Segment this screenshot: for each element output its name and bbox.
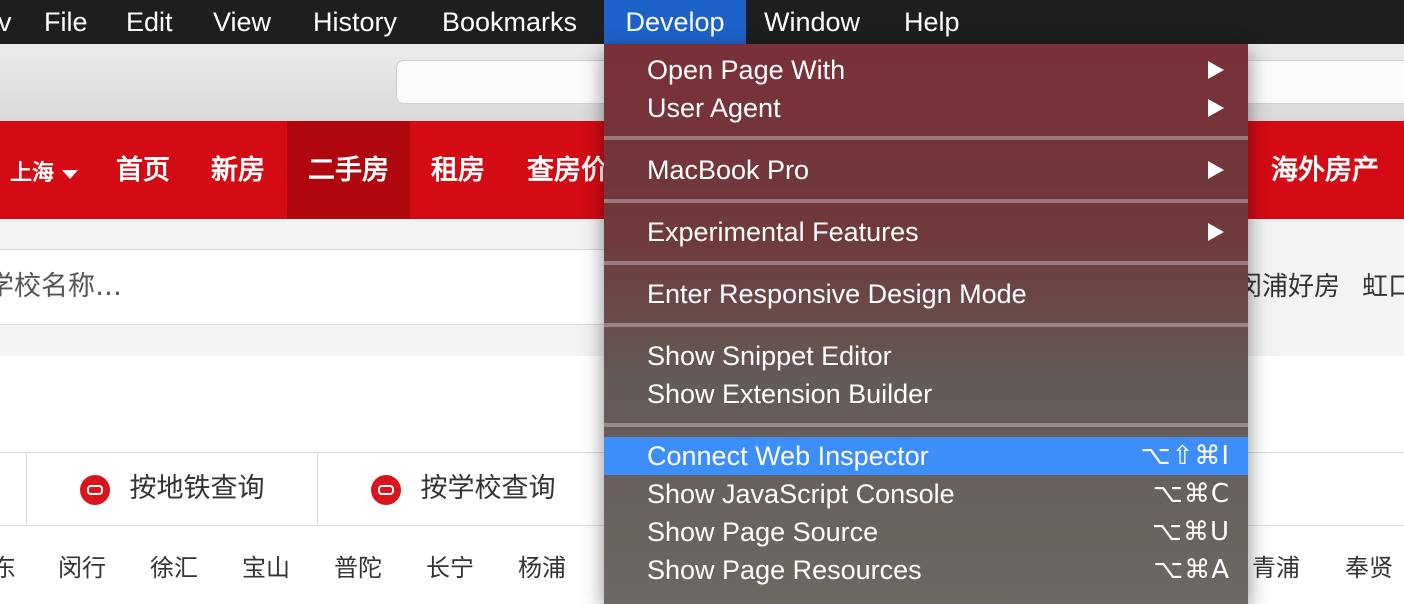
- menu-bar: v File Edit View History Bookmarks Devel…: [0, 0, 1404, 44]
- nav-home[interactable]: 首页: [116, 121, 170, 219]
- menu-item-experimental-features[interactable]: Experimental Features: [604, 213, 1248, 251]
- menu-item-label: Connect Web Inspector: [647, 441, 929, 471]
- menu-item-snippet-editor[interactable]: Show Snippet Editor: [604, 337, 1248, 375]
- menu-window[interactable]: Window: [764, 0, 860, 44]
- menu-item-label: Show Page Resources: [647, 555, 922, 585]
- menu-edit[interactable]: Edit: [126, 0, 173, 44]
- menu-separator: [604, 323, 1248, 327]
- shortcut-label: ⌥⌘A: [1153, 555, 1230, 585]
- nav-new-homes[interactable]: 新房: [211, 121, 265, 219]
- menu-item-device[interactable]: MacBook Pro: [604, 151, 1248, 189]
- hot-link[interactable]: 闵浦好房: [1236, 266, 1340, 303]
- tab-label: 按学校查询: [420, 473, 556, 504]
- menu-item-label: Show Extension Builder: [647, 379, 933, 409]
- menu-file[interactable]: File: [44, 0, 88, 44]
- menu-item-label: Show Page Source: [647, 517, 879, 547]
- nav-price-check[interactable]: 查房价: [527, 121, 608, 219]
- district-link[interactable]: 徐汇: [150, 548, 198, 583]
- caret-down-icon: [62, 169, 79, 179]
- menu-bookmarks[interactable]: Bookmarks: [442, 0, 577, 44]
- district-link[interactable]: 青浦: [1252, 548, 1300, 583]
- submenu-arrow-icon: [1208, 223, 1224, 241]
- school-icon: [370, 474, 401, 505]
- city-label: 上海: [10, 161, 55, 186]
- hot-link[interactable]: 虹口: [1362, 266, 1404, 303]
- nav-second-hand[interactable]: 二手房: [287, 121, 410, 219]
- menu-item-label: User Agent: [647, 93, 781, 123]
- city-selector[interactable]: 上海: [10, 121, 79, 219]
- menu-help[interactable]: Help: [904, 0, 960, 44]
- menu-item-label: Show JavaScript Console: [647, 479, 955, 509]
- shortcut-label: ⌥⇧⌘I: [1140, 441, 1230, 471]
- menu-history[interactable]: History: [313, 0, 397, 44]
- menu-item-label: MacBook Pro: [647, 155, 810, 185]
- district-link[interactable]: 奉贤: [1345, 548, 1393, 583]
- nav-rent[interactable]: 租房: [431, 121, 485, 219]
- shortcut-label: ⌥⌘C: [1152, 479, 1230, 509]
- menu-item-page-resources[interactable]: Show Page Resources ⌥⌘A: [604, 551, 1248, 589]
- menu-separator: [604, 261, 1248, 265]
- district-link[interactable]: 长宁: [426, 548, 474, 583]
- menu-item-label: Enter Responsive Design Mode: [647, 279, 1027, 309]
- query-tab-partial: [0, 453, 27, 525]
- district-link[interactable]: 普陀: [334, 548, 382, 583]
- tab-label: 按地铁查询: [129, 473, 265, 504]
- nav-overseas[interactable]: 海外房产: [1271, 121, 1379, 219]
- district-link[interactable]: 宝山: [242, 548, 290, 583]
- menu-separator: [604, 423, 1248, 427]
- menu-view[interactable]: View: [213, 0, 271, 44]
- menu-item-open-page-with[interactable]: Open Page With: [604, 51, 1248, 89]
- menu-item-javascript-console[interactable]: Show JavaScript Console ⌥⌘C: [604, 475, 1248, 513]
- submenu-arrow-icon: [1208, 99, 1224, 117]
- tab-by-subway[interactable]: 按地铁查询: [27, 453, 318, 525]
- menu-develop[interactable]: Develop: [604, 0, 746, 44]
- search-placeholder: 学校名称…: [0, 271, 122, 302]
- district-link[interactable]: 闵行: [58, 548, 106, 583]
- submenu-arrow-icon: [1208, 161, 1224, 179]
- menu-item-label: Show Snippet Editor: [647, 341, 892, 371]
- menu-item-responsive-design-mode[interactable]: Enter Responsive Design Mode: [604, 275, 1248, 313]
- menu-item-connect-web-inspector[interactable]: Connect Web Inspector ⌥⇧⌘I: [604, 437, 1248, 475]
- menu-separator: [604, 199, 1248, 203]
- develop-menu: Open Page With User Agent MacBook Pro Ex…: [604, 44, 1248, 604]
- menu-item-extension-builder[interactable]: Show Extension Builder: [604, 375, 1248, 413]
- tab-by-school[interactable]: 按学校查询: [318, 453, 609, 525]
- district-link[interactable]: 杨浦: [518, 548, 566, 583]
- menu-item-label: Open Page With: [647, 55, 846, 85]
- menu-item-user-agent[interactable]: User Agent: [604, 89, 1248, 127]
- district-link[interactable]: 东: [0, 548, 16, 583]
- menu-app-partial[interactable]: v: [0, 0, 12, 44]
- shortcut-label: ⌥⌘U: [1152, 517, 1230, 547]
- menu-item-page-source[interactable]: Show Page Source ⌥⌘U: [604, 513, 1248, 551]
- menu-separator: [604, 136, 1248, 140]
- subway-icon: [79, 474, 110, 505]
- submenu-arrow-icon: [1208, 61, 1224, 79]
- menu-item-label: Experimental Features: [647, 217, 919, 247]
